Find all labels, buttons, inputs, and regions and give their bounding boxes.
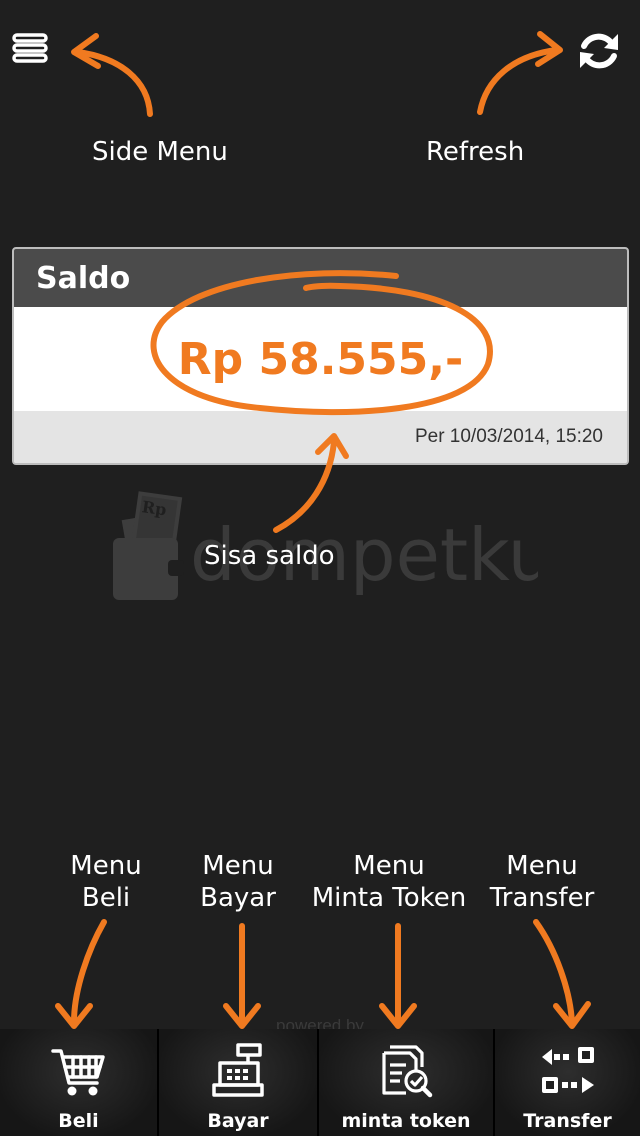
menu-minta-token-line1: Menu	[353, 851, 425, 881]
nav-bayar-button[interactable]: Bayar	[159, 1029, 319, 1136]
menu-transfer-line1: Menu	[506, 851, 578, 881]
nav-transfer-button[interactable]: Transfer	[495, 1029, 640, 1136]
menu-bayar-line1: Menu	[202, 851, 274, 881]
menu-bayar-line2: Bayar	[200, 883, 276, 913]
menu-minta-token-line2: Minta Token	[311, 883, 467, 913]
menu-transfer-annotation: Menu Transfer	[478, 850, 606, 914]
nav-minta-token-label: minta token	[341, 1110, 471, 1132]
saldo-title: Saldo	[36, 260, 131, 296]
refresh-arrow	[477, 47, 559, 115]
watermark-badge: Rp	[141, 497, 168, 519]
balance-timestamp: Per 10/03/2014, 15:20	[414, 426, 603, 447]
nav-minta-token-button[interactable]: minta token	[319, 1029, 495, 1136]
refresh-button[interactable]	[574, 26, 624, 76]
sisa-saldo-annotation: Sisa saldo	[204, 541, 335, 571]
transfer-arrows-icon	[541, 1047, 594, 1093]
nav-beli-label: Beli	[58, 1110, 99, 1132]
nav-transfer-label: Transfer	[523, 1110, 612, 1132]
token-document-icon	[382, 1045, 433, 1098]
saldo-card: Saldo Rp 58.555,- Per 10/03/2014, 15:20	[12, 247, 629, 465]
hamburger-icon	[12, 33, 48, 63]
saldo-card-body: Rp 58.555,-	[14, 307, 627, 411]
nav-beli-button[interactable]: Beli	[0, 1029, 159, 1136]
cash-register-icon	[212, 1043, 264, 1097]
menu-beli-line2: Beli	[81, 883, 131, 913]
menu-bayar-annotation: Menu Bayar	[178, 850, 298, 914]
refresh-annotation: Refresh	[426, 137, 525, 167]
side-menu-arrow	[75, 49, 153, 117]
menu-beli-line1: Menu	[70, 851, 142, 881]
menu-minta-token-annotation: Menu Minta Token	[304, 850, 474, 914]
side-menu-annotation: Side Menu	[92, 137, 228, 167]
bottom-nav: Beli Bayar minta token Transfer	[0, 1029, 640, 1136]
balance-amount: Rp 58.555,-	[177, 333, 464, 385]
menu-transfer-line2: Transfer	[489, 883, 595, 913]
saldo-card-header: Saldo	[14, 249, 627, 307]
beli-arrow	[71, 919, 107, 1025]
shopping-cart-icon	[50, 1049, 105, 1096]
nav-bayar-label: Bayar	[207, 1110, 269, 1132]
side-menu-button[interactable]	[10, 30, 52, 72]
transfer-arrow	[533, 919, 575, 1025]
saldo-card-footer: Per 10/03/2014, 15:20	[14, 411, 627, 463]
refresh-icon	[580, 33, 618, 69]
menu-beli-annotation: Menu Beli	[46, 850, 166, 914]
